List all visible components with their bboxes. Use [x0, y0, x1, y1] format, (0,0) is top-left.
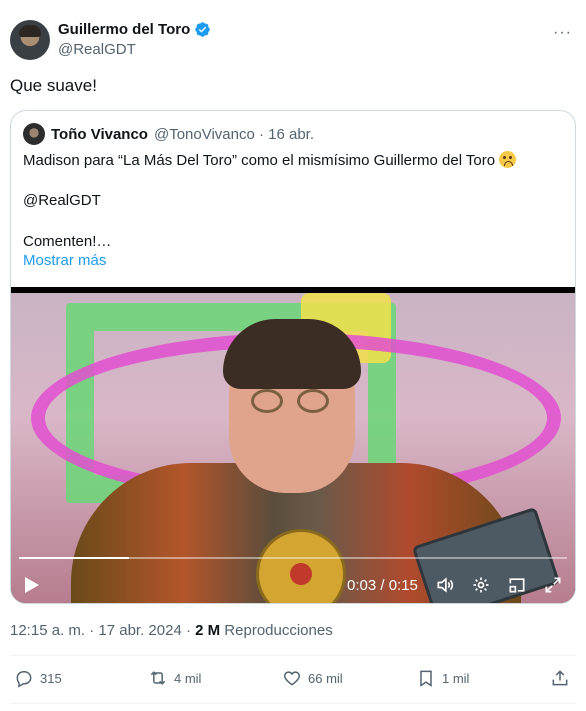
- fullscreen-icon[interactable]: [543, 575, 563, 595]
- settings-gear-icon[interactable]: [471, 575, 491, 595]
- author-name-row: Guillermo del Toro: [58, 21, 211, 38]
- quoted-text-mention: @RealGDT: [23, 192, 101, 209]
- bookmark-count: 1 mil: [442, 670, 470, 686]
- quoted-text-content: Madison para “La Más Del Toro” como el m…: [23, 152, 496, 169]
- quoted-author-name: Toño Vivanco: [51, 125, 148, 143]
- show-more-link[interactable]: Mostrar más: [23, 252, 106, 269]
- quoted-tweet-header: Toño Vivanco @TonoVivanco · 16 abr.: [23, 123, 314, 145]
- reply-icon: [16, 671, 32, 688]
- tweet-actions-bar: 315 4 mil 66 mil 1 mil: [10, 668, 576, 696]
- bookmark-icon: [420, 670, 432, 687]
- quoted-text-line-3: Comenten!…: [23, 233, 112, 250]
- video-time: 0:03 / 0:15: [347, 577, 418, 594]
- video-player[interactable]: 0:03 / 0:15: [11, 287, 575, 603]
- tweet-timestamp[interactable]: 12:15 a. m. · 17 abr. 2024 ·: [10, 622, 195, 639]
- divider: [10, 703, 576, 704]
- video-progress-fill: [19, 557, 129, 559]
- author-handle[interactable]: @RealGDT: [58, 41, 136, 58]
- play-icon[interactable]: [25, 577, 39, 593]
- view-count: 2 M: [195, 622, 221, 639]
- picture-in-picture-icon[interactable]: [507, 575, 527, 595]
- repost-count: 4 mil: [174, 670, 202, 686]
- share-icon: [552, 670, 568, 686]
- tweet-header: Guillermo del Toro @RealGDT ···: [10, 16, 576, 60]
- bookmark-button[interactable]: 1 mil: [416, 668, 469, 688]
- share-button[interactable]: [550, 668, 570, 688]
- quoted-tweet[interactable]: Toño Vivanco @TonoVivanco · 16 abr. Madi…: [10, 110, 576, 604]
- like-count: 66 mil: [308, 670, 343, 686]
- verified-badge-icon: [195, 22, 210, 37]
- repost-button[interactable]: 4 mil: [148, 668, 201, 688]
- author-name[interactable]: Guillermo del Toro: [58, 21, 190, 38]
- repost-icon: [150, 671, 166, 685]
- video-controls: 0:03 / 0:15: [11, 569, 575, 601]
- quoted-text-line-1: Madison para “La Más Del Toro” como el m…: [23, 151, 517, 169]
- tweet-text: Que suave!: [10, 76, 97, 95]
- video-progress-bar[interactable]: [19, 557, 567, 559]
- more-options-icon[interactable]: ···: [553, 24, 572, 42]
- divider: [10, 655, 576, 656]
- video-frame: 0:03 / 0:15: [11, 293, 575, 603]
- reply-count: 315: [40, 670, 62, 686]
- volume-icon[interactable]: [435, 575, 455, 595]
- views-label: Reproducciones: [220, 622, 333, 639]
- tweet-timestamp-row: 12:15 a. m. · 17 abr. 2024 · 2 M Reprodu…: [10, 622, 333, 639]
- author-avatar[interactable]: [10, 20, 50, 60]
- reply-button[interactable]: 315: [14, 668, 62, 688]
- quoted-author-avatar: [23, 123, 45, 145]
- quoted-author-meta: @TonoVivanco · 16 abr.: [153, 125, 315, 143]
- like-button[interactable]: 66 mil: [282, 668, 343, 688]
- worried-face-emoji-icon: [499, 151, 517, 168]
- heart-icon: [283, 671, 301, 686]
